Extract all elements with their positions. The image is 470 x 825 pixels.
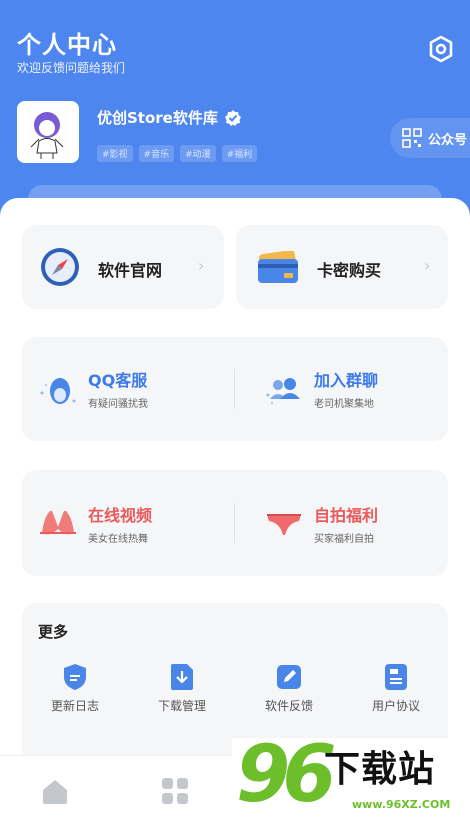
watermark-number: 96: [236, 730, 337, 820]
group-users-icon: [266, 377, 300, 404]
shield-icon-svg: [64, 664, 86, 690]
profile-tag[interactable]: #福利: [221, 145, 258, 162]
selfie-welfare-subtitle: 买家福利自拍: [314, 534, 374, 545]
bikini-top-icon: [40, 510, 76, 534]
avatar-illustration-icon: [17, 101, 79, 163]
online-video-button[interactable]: 在线视频 美女在线热舞: [38, 502, 152, 545]
qq-service-subtitle: 有疑问骚扰我: [88, 399, 148, 410]
apps-grid-icon: [162, 778, 188, 804]
join-group-subtitle: 老司机聚集地: [314, 399, 374, 410]
official-account-button[interactable]: 公众号: [390, 118, 470, 158]
gear-icon: [429, 35, 453, 63]
watermark-text: 下载站: [324, 749, 436, 790]
feedback-button[interactable]: 软件反馈: [249, 663, 329, 714]
profile-name-row: 优创Store软件库: [97, 107, 242, 128]
credit-card-icon: [258, 251, 298, 283]
profile-tag[interactable]: #动漫: [180, 145, 216, 162]
shield-icon: [62, 663, 88, 691]
download-icon-svg: [171, 664, 193, 690]
page-title: 个人中心: [17, 31, 117, 59]
home-icon: [43, 780, 67, 804]
divider: [234, 503, 235, 543]
site-watermark: 96 下载站 www.96XZ.COM: [232, 730, 470, 825]
safari-compass-icon: [41, 248, 79, 286]
more-section-title: 更多: [38, 623, 69, 641]
qr-code-icon: [402, 128, 422, 148]
chevron-right-icon: ›: [198, 256, 205, 275]
qq-penguin-icon: [40, 377, 76, 404]
page-subtitle: 欢迎反馈问题给我们: [17, 61, 126, 75]
selfie-welfare-title: 自拍福利: [314, 506, 379, 525]
tab-home[interactable]: [40, 776, 70, 810]
user-agreement-label: 用户协议: [371, 699, 420, 713]
underwear-icon: [267, 513, 301, 535]
qq-service-title: QQ客服: [88, 371, 148, 390]
tab-apps[interactable]: [160, 776, 190, 810]
official-account-label: 公众号: [428, 132, 468, 148]
user-agreement-button[interactable]: 用户协议: [356, 663, 436, 714]
feedback-label: 软件反馈: [264, 699, 313, 713]
profile-tag[interactable]: #影视: [97, 145, 133, 162]
changelog-button[interactable]: 更新日志: [35, 663, 115, 714]
website-card[interactable]: 软件官网 ›: [22, 225, 224, 309]
card-purchase-label: 卡密购买: [317, 261, 382, 280]
avatar[interactable]: [17, 101, 79, 163]
chevron-right-icon: ›: [424, 256, 431, 275]
online-video-subtitle: 美女在线热舞: [88, 534, 148, 545]
contact-card: QQ客服 有疑问骚扰我 加入群聊 老司机聚集地: [22, 337, 448, 441]
document-icon: [383, 663, 409, 691]
profile-tags: #影视 #音乐 #动漫 #福利: [97, 145, 258, 162]
edit-icon: [276, 663, 302, 691]
welfare-card: 在线视频 美女在线热舞 自拍福利 买家福利自拍: [22, 470, 448, 576]
download-manager-label: 下载管理: [157, 699, 206, 713]
selfie-welfare-button[interactable]: 自拍福利 买家福利自拍: [264, 502, 378, 545]
download-manager-button[interactable]: 下载管理: [142, 663, 222, 714]
online-video-title: 在线视频: [88, 506, 153, 525]
document-icon-svg: [385, 664, 407, 690]
join-group-button[interactable]: 加入群聊 老司机聚集地: [264, 367, 378, 410]
download-icon: [169, 663, 195, 691]
website-label: 软件官网: [98, 261, 163, 280]
profile-tag[interactable]: #音乐: [138, 145, 175, 162]
card-purchase-card[interactable]: 卡密购买 ›: [236, 225, 448, 309]
watermark-url: www.96XZ.COM: [352, 798, 451, 811]
edit-icon-svg: [277, 665, 301, 689]
verified-badge-icon: [224, 109, 241, 126]
qq-service-button[interactable]: QQ客服 有疑问骚扰我: [38, 367, 148, 410]
profile-name: 优创Store软件库: [97, 109, 218, 127]
settings-button[interactable]: [426, 34, 456, 64]
join-group-title: 加入群聊: [314, 371, 379, 390]
changelog-label: 更新日志: [50, 699, 99, 713]
divider: [234, 369, 235, 409]
